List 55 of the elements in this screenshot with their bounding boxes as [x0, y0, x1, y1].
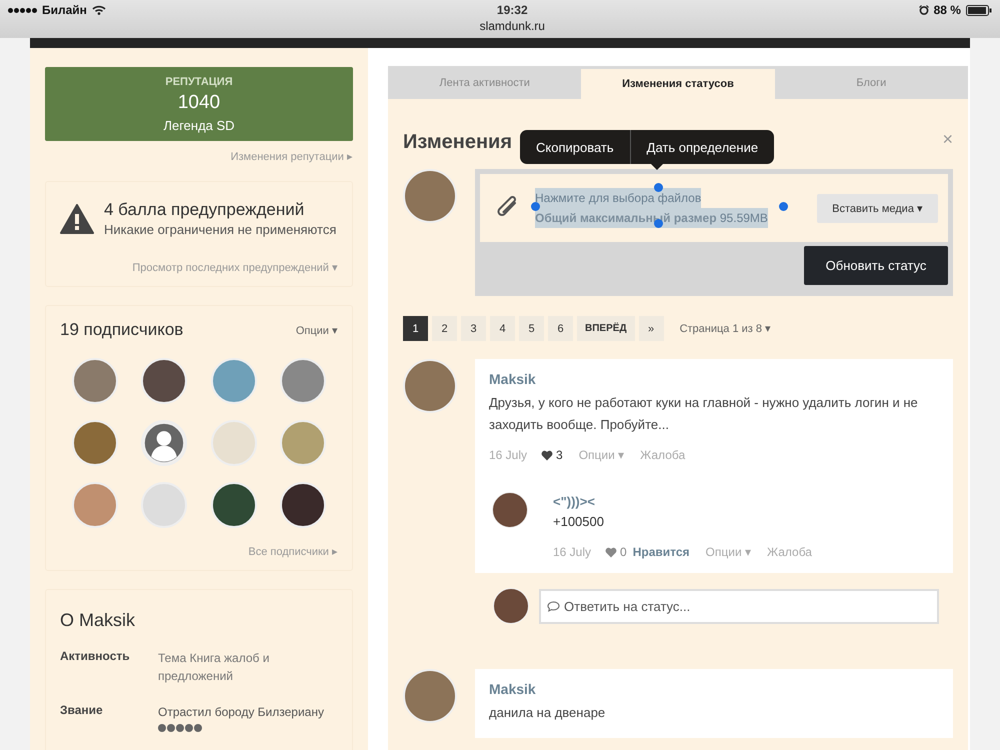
warning-icon [60, 204, 94, 234]
page-button[interactable]: 3 [461, 316, 486, 341]
post-date: 16 July [489, 448, 528, 462]
page-button[interactable]: 5 [519, 316, 544, 341]
author-link[interactable]: Maksik [489, 681, 939, 697]
field-label: Звание [60, 703, 104, 719]
upload-hint[interactable]: Нажмите для выбора файлов Общий максимальный размер 95.59MB [529, 182, 810, 234]
menu-item[interactable]: Скопировать [520, 130, 630, 164]
tab[interactable]: Изменения статусов [581, 69, 775, 99]
page-button[interactable]: 1 [403, 316, 428, 341]
carrier-name: Билайн [42, 3, 87, 17]
page-button[interactable]: 2 [432, 316, 457, 341]
photo-placeholder[interactable] [210, 482, 257, 528]
update-status-button[interactable]: Обновить статус [804, 246, 948, 285]
reply-field[interactable]: Ответить на статус... [539, 588, 939, 624]
like-count: 3 [541, 448, 563, 462]
speech-bubble-icon [547, 600, 560, 612]
photo-placeholder [493, 588, 529, 624]
alarm-icon [918, 5, 929, 15]
photo-placeholder [492, 492, 528, 528]
photo-placeholder[interactable] [141, 358, 188, 404]
post-text: данила на двенаре [489, 704, 606, 722]
last-page-button[interactable]: » [638, 316, 664, 341]
options-link[interactable]: Опции ▾ [296, 324, 338, 336]
warning-subtitle: Никакие ограничения не применяются [104, 222, 336, 237]
author-link[interactable]: Maksik [489, 371, 939, 387]
next-page-button[interactable]: ВПЕРЁД [577, 316, 635, 341]
page-button[interactable]: 4 [490, 316, 515, 341]
like-link[interactable]: Нравится [632, 545, 690, 559]
battery-percent: 88 % [934, 3, 961, 17]
warning-title: 4 балла предупреждений [104, 200, 306, 220]
reply-date: 16 July [553, 545, 592, 559]
reputation-rank: Легенда SD [162, 118, 236, 133]
wifi-icon [92, 5, 106, 15]
followers-title: 19 подписчиков [60, 320, 184, 340]
field-value: Тема Книга жалоб и предложений [158, 650, 270, 685]
reputation-label: РЕПУТАЦИЯ [164, 76, 234, 88]
battery-icon [966, 4, 992, 16]
page-info[interactable]: Страница 1 из 8 ▾ [680, 322, 772, 335]
page-url: slamdunk.ru [480, 19, 545, 33]
page-button[interactable]: 6 [548, 316, 573, 341]
field-value: Отрастил бороду Билзериану [158, 704, 325, 721]
signal-icon [8, 8, 37, 12]
about-title: О Maksik [60, 610, 136, 631]
like-count: 0 [605, 545, 627, 559]
post-text: Друзья, у кого не работают куки на главной - нужно удалить логин и не заходить вообще. Пробуйте... [489, 394, 919, 434]
section-heading: Изменения [403, 131, 512, 154]
author-link[interactable]: <")))>< [553, 494, 812, 509]
clock-time: 19:32 [496, 3, 529, 17]
photo-placeholder[interactable] [280, 482, 326, 528]
insert-media-button[interactable]: Вставить медиа ▾ [817, 194, 938, 222]
avatar-silhouette-icon[interactable] [141, 420, 188, 466]
field-label: Активность [60, 649, 131, 665]
reputation-value: 1040 [176, 92, 222, 114]
reply-text: +100500 [553, 514, 605, 529]
